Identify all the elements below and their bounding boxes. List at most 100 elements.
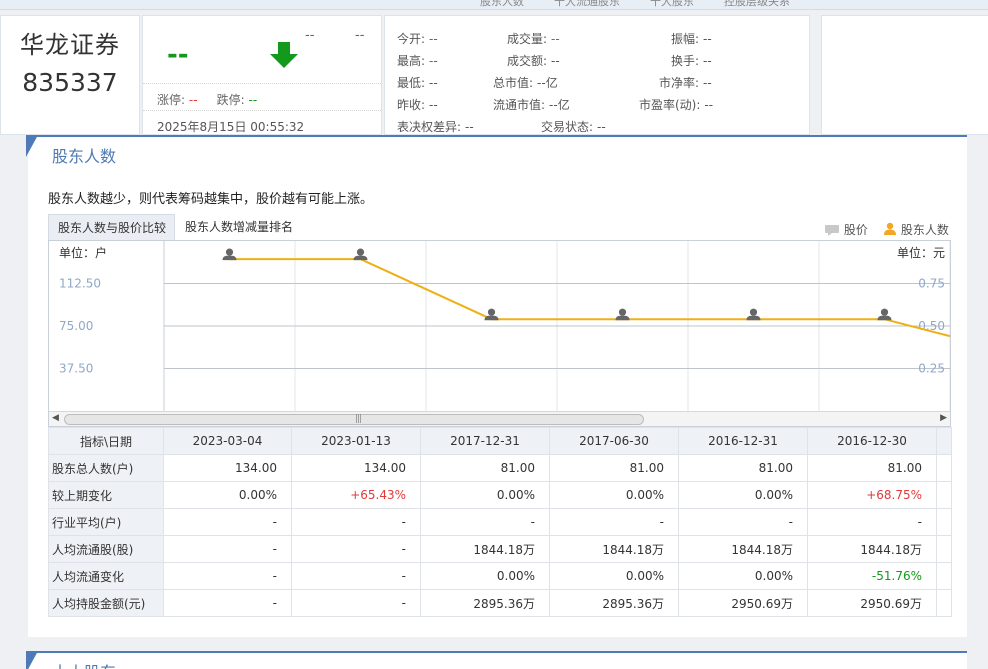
section2-title: 十大股东	[52, 659, 116, 669]
scroll-right-arrow-icon[interactable]: ▶	[940, 413, 947, 423]
quote-timestamp: 2025年8月15日 00:55:32	[143, 110, 381, 135]
quote-stats: 今开: -- 成交量: -- 振幅: -- 最高: -- 成交额: -- 换手: -- 最低: -- 总市值…	[384, 15, 810, 135]
quote-stat: 表决权差异: --	[397, 118, 474, 135]
table-cell: -	[291, 508, 421, 536]
holders-point-person-icon[interactable]	[615, 308, 630, 321]
tab-holders-vs-price[interactable]: 股东人数与股价比较	[48, 214, 175, 240]
table-cell: 0.00%	[549, 481, 679, 509]
table-cell-overflow	[936, 481, 952, 509]
top-nav-link-2[interactable]: 十大股东	[650, 0, 694, 8]
top-nav-link-1[interactable]: 十大流通股东	[554, 0, 620, 8]
legend-holders[interactable]: 股东人数	[883, 221, 949, 238]
quote-stat: 流通市值: --亿	[493, 96, 570, 113]
table-cell-overflow	[936, 562, 952, 590]
section-flag	[26, 135, 38, 157]
table-row-label: 较上期变化	[48, 481, 164, 509]
holders-chart: 112.50 0.75 75.00 0.50 37.50 0.25 单位：户 单位：元 ◀ |…	[48, 240, 951, 427]
quote-stat-value: --	[429, 98, 438, 112]
table-cell: 2895.36万	[420, 589, 550, 617]
quote-stat-label: 最高:	[397, 54, 426, 68]
y-tick-left: 75.00	[59, 319, 93, 333]
top-nav-link-0[interactable]: 股东人数	[480, 0, 524, 8]
limit-up-value: --	[188, 93, 198, 107]
top-nav-link-3[interactable]: 控股层级关系	[724, 0, 790, 8]
quote-stat: 市净率: --	[659, 74, 712, 91]
top-nav-strip: 股东人数 十大流通股东 十大股东 控股层级关系	[0, 0, 988, 10]
scroll-left-arrow-icon[interactable]: ◀	[52, 413, 59, 423]
table-cell: -	[420, 508, 550, 536]
quote-stat-label: 昨收:	[397, 98, 426, 112]
legend-holders-label: 股东人数	[900, 223, 949, 237]
quote-stat-value: --	[597, 120, 606, 134]
quote-stat-value: --	[704, 98, 714, 112]
scroll-thumb[interactable]: |||	[64, 414, 644, 425]
quote-stat-value: --	[551, 32, 560, 46]
shareholder-table: 指标\日期 2023-03-04 2023-01-13 2017-12-31 2017-…	[48, 427, 952, 617]
table-row: 人均流通变化 - -0.00% 0.00% 0.00% -51.76%	[48, 562, 952, 590]
holders-point-person-icon[interactable]	[222, 248, 237, 261]
table-cell: 0.00%	[678, 562, 808, 590]
table-header-date: 2017-06-30	[549, 427, 679, 455]
y-tick-right: 0.25	[918, 362, 945, 376]
quote-stat: 今开: --	[397, 30, 438, 47]
table-cell: 1844.18万	[420, 535, 550, 563]
quote-stat-label: 市盈率(动):	[639, 98, 701, 112]
quote-stat-value: --	[429, 54, 438, 68]
table-cell: -	[549, 508, 679, 536]
table-cell: -	[291, 562, 421, 590]
table-header-date: 2023-01-13	[291, 427, 421, 455]
top-nav-links: 股东人数 十大流通股东 十大股东 控股层级关系	[480, 0, 820, 9]
quote-stat-value: --亿	[549, 98, 570, 112]
quote-stat-label: 今开:	[397, 32, 426, 46]
table-cell-overflow	[936, 535, 952, 563]
table-cell: 81.00	[678, 454, 808, 482]
table-row: 行业平均(户) - - - - - -	[48, 508, 952, 536]
holders-point-person-icon[interactable]	[877, 308, 892, 321]
table-cell: 81.00	[549, 454, 679, 482]
y-tick-right: 0.75	[918, 277, 945, 291]
table-row: 人均持股金额(元) - -2895.36万 2895.36万 2950.69万 2950.…	[48, 589, 952, 617]
table-header-overflow	[936, 427, 952, 455]
quote-stat: 市盈率(动): --	[639, 96, 713, 113]
holders-point-person-icon[interactable]	[746, 308, 761, 321]
shareholder-count-section: 股东人数 股东人数越少，则代表筹码越集中，股价越有可能上涨。 股东人数与股价比较…	[26, 135, 967, 637]
table-cell: 134.00	[291, 454, 421, 482]
stock-name: 华龙证券	[20, 31, 120, 59]
tab-holders-ranking[interactable]: 股东人数增减量排名	[176, 214, 302, 240]
section-title: 股东人数	[52, 147, 117, 166]
table-cell-overflow	[936, 508, 952, 536]
table-cell: 0.00%	[549, 562, 679, 590]
table-header-row: 指标\日期 2023-03-04 2023-01-13 2017-12-31 2017-…	[48, 427, 952, 455]
table-header-date: 2023-03-04	[163, 427, 292, 455]
y-tick-left: 37.50	[59, 362, 93, 376]
price-change: --	[305, 28, 315, 43]
legend-price[interactable]: 股价	[824, 221, 868, 238]
quote-stat: 交易状态: --	[541, 118, 606, 135]
table-cell: -	[678, 508, 808, 536]
quote-stat-value: --	[429, 32, 438, 46]
table-cell: 0.00%	[420, 562, 550, 590]
table-header-date: 2017-12-31	[420, 427, 550, 455]
table-row-label: 股东总人数(户)	[48, 454, 164, 482]
quote-stat-label: 换手:	[671, 54, 700, 68]
table-body: 股东总人数(户) 134.00 134.00 81.00 81.00 81.00 81.00…	[48, 454, 952, 617]
table-row-label: 人均持股金额(元)	[48, 589, 164, 617]
limit-down-label: 跌停:	[216, 93, 245, 107]
chart-scrollbar[interactable]: ◀ ||| ▶	[49, 411, 950, 426]
quote-stat: 总市值: --亿	[493, 74, 558, 91]
quote-stat-label: 市净率:	[659, 76, 700, 90]
table-cell: -	[291, 589, 421, 617]
holders-point-person-icon[interactable]	[484, 308, 499, 321]
table-row: 股东总人数(户) 134.00 134.00 81.00 81.00 81.00 81.00	[48, 454, 952, 482]
holders-point-person-icon[interactable]	[353, 248, 368, 261]
price-panel: -- -- -- 涨停: -- 跌停: -- 2025年8月15日 00:55:…	[142, 15, 382, 135]
quote-stat-label: 交易状态:	[541, 120, 594, 134]
quote-stat-value: --亿	[537, 76, 558, 90]
holders-series-line	[229, 258, 950, 338]
quote-stat-value: --	[703, 54, 712, 68]
quote-stat-label: 成交额:	[507, 54, 548, 68]
table-row: 较上期变化 0.00% +65.43% 0.00% 0.00% 0.00% +68.75%	[48, 481, 952, 509]
person-icon	[884, 222, 896, 235]
table-cell: -	[807, 508, 937, 536]
quote-stat: 振幅: --	[671, 30, 712, 47]
